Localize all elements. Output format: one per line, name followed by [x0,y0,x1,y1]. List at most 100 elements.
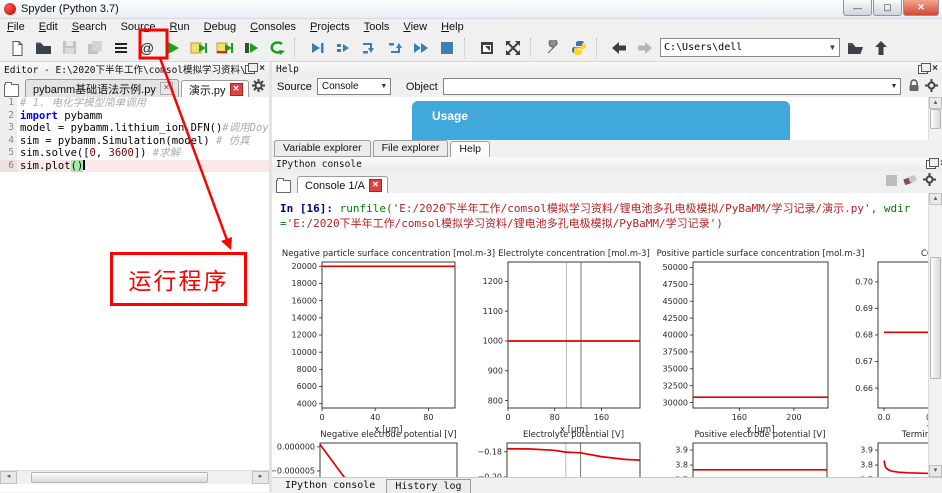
window-title: Spyder (Python 3.7) [21,3,119,15]
svg-text:0: 0 [505,413,510,422]
fullscreen-icon[interactable] [502,37,524,59]
menu-item-help[interactable]: Help [441,21,464,33]
debug-file-icon[interactable] [306,37,328,59]
stop-debug-icon[interactable] [436,37,458,59]
menu-item-run[interactable]: Run [169,21,189,33]
chevron-down-icon[interactable]: ▼ [826,43,839,52]
minimize-button[interactable]: — [843,0,872,16]
scroll-down-icon[interactable]: ▾ [929,465,942,477]
menu-item-source[interactable]: Source [121,21,156,33]
editor-options-gear-icon[interactable] [252,79,265,95]
scrollbar-thumb[interactable] [31,472,208,483]
undock-pane-icon[interactable] [918,62,932,74]
tools-icon[interactable] [542,37,564,59]
scroll-up-icon[interactable]: ▴ [929,97,942,109]
browse-tabs-icon[interactable] [276,178,291,193]
menu-item-debug[interactable]: Debug [204,21,236,33]
open-file-icon[interactable] [32,37,54,59]
run-file-icon[interactable] [162,37,184,59]
code-line[interactable]: 4 sim = pybamm.Simulation(model) # 仿真 [0,134,269,147]
menu-item-projects[interactable]: Projects [310,21,350,33]
maximize-button[interactable]: ▢ [873,0,902,16]
code-line[interactable]: 3model = pybamm.lithium_ion.DFN()#调用Doyl… [0,122,269,135]
close-tab-icon[interactable]: ✕ [229,83,243,96]
help-options-gear-icon[interactable] [925,78,938,95]
back-icon[interactable] [608,37,630,59]
tab-variable-explorer[interactable]: Variable explorer [274,140,371,157]
rerun-cell-icon[interactable] [240,37,262,59]
python-logo-icon[interactable] [568,37,590,59]
undock-pane-icon[interactable] [245,62,259,74]
interrupt-kernel-icon[interactable] [886,175,897,189]
maximize-pane-icon[interactable] [476,37,498,59]
scroll-right-icon[interactable]: ▸ [252,471,269,484]
scroll-left-icon[interactable]: ◂ [0,471,17,484]
step-icon[interactable] [332,37,354,59]
menu-item-edit[interactable]: Edit [39,21,58,33]
source-combo[interactable]: Console ▼ [316,78,391,95]
run-cell-advance-icon[interactable] [214,37,236,59]
close-pane-icon[interactable]: × [932,64,938,74]
tab-file-explorer[interactable]: File explorer [372,140,449,157]
console-header-title: IPython console [276,158,362,170]
close-button[interactable]: ✕ [903,0,939,16]
working-directory-combo[interactable]: ▼ [660,38,840,57]
line-number: 5 [0,147,17,160]
scrollbar-thumb[interactable] [930,109,941,129]
save-all-icon[interactable] [84,37,106,59]
browse-tabs-icon[interactable] [4,82,19,97]
continue-icon[interactable] [410,37,432,59]
parent-directory-icon[interactable] [870,37,892,59]
svg-text:0.000000: 0.000000 [277,443,315,452]
console-options-gear-icon[interactable] [923,173,936,189]
code-text: sim.plot() [20,159,86,172]
save-icon[interactable] [58,37,80,59]
working-directory-input[interactable] [661,40,826,55]
scroll-up-icon[interactable]: ▴ [929,193,942,205]
svg-text:−0.000005: −0.000005 [272,467,315,476]
menu-item-tools[interactable]: Tools [364,21,390,33]
code-text: import pybamm [20,109,103,122]
step-into-icon[interactable] [358,37,380,59]
close-tab-icon[interactable]: ✕ [159,82,173,95]
step-return-icon[interactable] [384,37,406,59]
file-switcher-icon[interactable] [110,37,132,59]
tab-demo[interactable]: 演示.py ✕ [180,80,249,98]
close-tab-icon[interactable]: ✕ [368,179,382,192]
find-symbols-icon[interactable]: @ [136,37,158,59]
help-vscrollbar[interactable]: ▴ [928,97,942,140]
console-output[interactable]: Negative particle surface concentration … [272,193,942,477]
code-line[interactable]: 6 sim.plot() [0,159,269,172]
source-label: Source [277,80,312,93]
new-file-icon[interactable] [6,37,28,59]
browse-directory-icon[interactable] [844,37,866,59]
console-vscrollbar[interactable]: ▴ ▾ [928,193,942,477]
scrollbar-thumb[interactable] [930,257,941,379]
undock-pane-icon[interactable] [926,157,940,169]
clear-console-icon[interactable] [903,174,917,189]
tab-help[interactable]: Help [450,141,490,158]
run-cell-icon[interactable] [188,37,210,59]
object-combo[interactable]: ▼ [442,78,901,95]
tab-console-1a[interactable]: Console 1/A ✕ [297,176,388,194]
code-text: sim = pybamm.Simulation(model) # 仿真 [20,134,250,147]
tab-history-log[interactable]: History log [386,478,471,493]
menu-item-file[interactable]: File [7,21,25,33]
tab-pybamm-basics[interactable]: pybamm基础语法示例.py ✕ [25,79,179,97]
code-line[interactable]: 5 sim.solve([0, 3600]) #求解 [0,147,269,160]
menu-item-search[interactable]: Search [72,21,107,33]
menu-item-consoles[interactable]: Consoles [250,21,296,33]
help-content: Usage ▴ [272,97,942,140]
editor-hscrollbar[interactable]: ◂ ▸ [0,470,269,484]
code-line[interactable]: 2 import pybamm [0,109,269,122]
svg-text:47500: 47500 [663,280,688,289]
close-pane-icon[interactable]: × [259,64,265,74]
forward-icon[interactable] [634,37,656,59]
code-line[interactable]: 1 # 1. 电化学模型简单调用 [0,97,269,110]
toolbar-separator [530,37,536,58]
menu-item-view[interactable]: View [403,21,427,33]
tab-ipython-console[interactable]: IPython console [276,478,384,493]
object-label: Object [405,80,438,93]
lock-icon[interactable] [908,78,920,95]
run-selection-icon[interactable] [266,37,288,59]
